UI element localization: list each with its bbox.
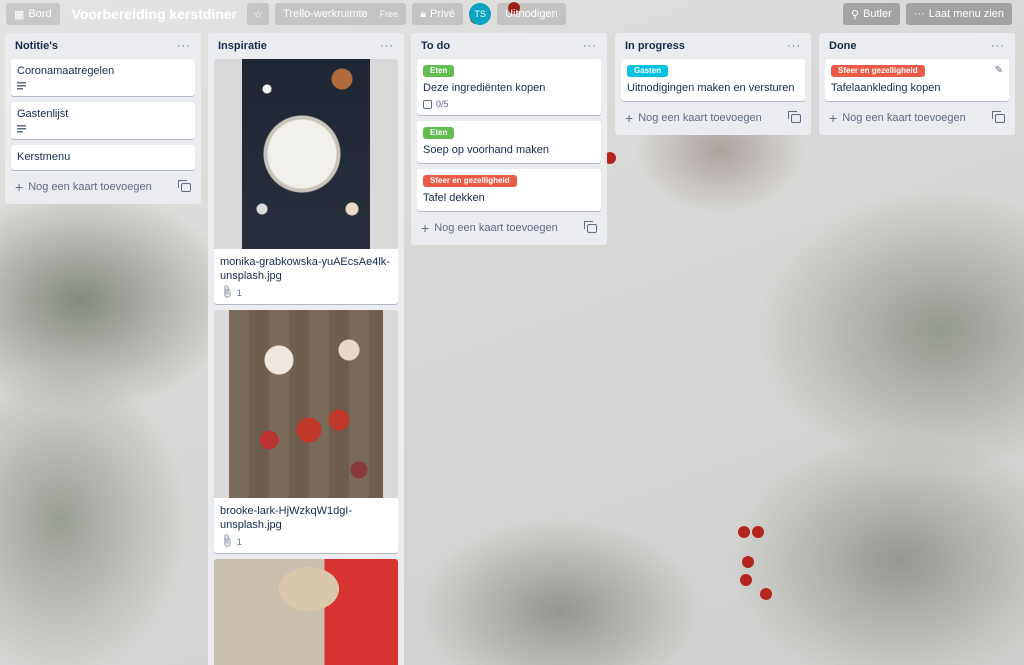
decor-berry xyxy=(740,574,752,586)
decor-berry xyxy=(760,588,772,600)
list-title[interactable]: Notitie's xyxy=(15,40,58,52)
list-menu-icon[interactable]: ··· xyxy=(177,40,191,52)
plus-icon: + xyxy=(421,220,430,236)
list-title[interactable]: Done xyxy=(829,40,857,52)
card-cover-image xyxy=(214,59,398,249)
template-icon[interactable] xyxy=(584,220,597,233)
plus-icon: + xyxy=(625,110,634,126)
card[interactable] xyxy=(214,559,398,665)
card[interactable]: ✎ Sfeer en gezelligheid Tafelaankleding … xyxy=(825,59,1009,101)
visibility-button[interactable]: 🔒︎ Privé xyxy=(412,3,464,25)
list-done: Done ··· ✎ Sfeer en gezelligheid Tafelaa… xyxy=(819,33,1015,135)
decor-berry xyxy=(742,556,754,568)
description-icon xyxy=(17,125,26,133)
card-label[interactable]: Eten xyxy=(423,65,455,77)
decor-berry xyxy=(738,526,750,538)
card-label[interactable]: Eten xyxy=(423,127,455,139)
list-menu-icon[interactable]: ··· xyxy=(991,40,1005,52)
list-title[interactable]: Inspiratie xyxy=(218,40,267,52)
list-header: In progress ··· xyxy=(621,33,805,59)
card-title: Uitnodigingen maken en versturen xyxy=(627,82,795,94)
attachment-icon: 📎︎ xyxy=(217,284,235,301)
template-icon[interactable] xyxy=(992,110,1005,123)
card-title: Coronamaatregelen xyxy=(17,65,115,77)
list-header: Inspiratie ··· xyxy=(214,33,398,59)
card-title: Tafelaankleding kopen xyxy=(831,82,941,94)
card-label[interactable]: Gasten xyxy=(627,65,669,77)
attachment-icon: 📎︎ xyxy=(217,533,235,550)
board-header: ▦ Bord Voorbereiding kerstdiner ☆ Trello… xyxy=(0,0,1024,28)
butler-button[interactable]: ⚲ Butler xyxy=(842,3,900,25)
member-avatar[interactable]: TS xyxy=(469,3,492,25)
card-title: Gastenlijst xyxy=(17,108,69,120)
list-menu-icon[interactable]: ··· xyxy=(787,40,801,52)
card[interactable]: Coronamaatregelen xyxy=(11,59,195,96)
add-card-button[interactable]: + Nog een kaart toevoegen xyxy=(11,176,195,198)
list-title[interactable]: To do xyxy=(421,40,450,52)
card[interactable]: Gasten Uitnodigingen maken en versturen xyxy=(621,59,805,101)
card-title: Kerstmenu xyxy=(17,151,71,163)
template-icon[interactable] xyxy=(178,179,191,192)
invite-button[interactable]: Uitnodigen xyxy=(497,3,566,25)
show-menu-button[interactable]: ··· Laat menu zien xyxy=(905,3,1012,25)
card-label[interactable]: Sfeer en gezelligheid xyxy=(423,175,517,187)
card-title: Soep op voorhand maken xyxy=(423,144,549,156)
add-card-button[interactable]: + Nog een kaart toevoegen xyxy=(825,107,1009,129)
star-icon: ☆ xyxy=(253,8,264,21)
list-todo: To do ··· Eten Deze ingrediënten kopen 0… xyxy=(411,33,607,245)
plan-badge: Free xyxy=(379,9,399,19)
list-in-progress: In progress ··· Gasten Uitnodigingen mak… xyxy=(615,33,811,135)
board-menu-button[interactable]: ▦ Bord xyxy=(6,3,60,25)
description-icon xyxy=(17,82,26,90)
checklist-count: 0/5 xyxy=(436,99,449,109)
card[interactable]: brooke-lark-HjWzkqW1dgI-unsplash.jpg 📎︎ … xyxy=(214,310,398,553)
star-button[interactable]: ☆ xyxy=(247,3,270,25)
list-title[interactable]: In progress xyxy=(625,40,685,52)
template-icon[interactable] xyxy=(788,110,801,123)
pencil-icon[interactable]: ✎ xyxy=(995,65,1003,76)
dots-icon: ··· xyxy=(913,8,925,20)
list-header: Notitie's ··· xyxy=(11,33,195,59)
plus-icon: + xyxy=(15,179,24,195)
list-notities: Notitie's ··· Coronamaatregelen Gastenli… xyxy=(5,33,201,204)
attachment-count: 1 xyxy=(236,287,242,298)
card[interactable]: Eten Deze ingrediënten kopen 0/5 xyxy=(417,59,601,115)
card[interactable]: Eten Soep op voorhand maken xyxy=(417,121,601,163)
card-cover-image xyxy=(214,559,398,665)
checklist-icon xyxy=(423,99,432,109)
card[interactable]: monika-grabkowska-yuAEcsAe4lk-unsplash.j… xyxy=(214,59,398,304)
card[interactable]: Sfeer en gezelligheid Tafel dekken xyxy=(417,169,601,211)
card-title: monika-grabkowska-yuAEcsAe4lk-unsplash.j… xyxy=(220,256,390,282)
card[interactable]: Gastenlijst xyxy=(11,102,195,139)
card-title: brooke-lark-HjWzkqW1dgI-unsplash.jpg xyxy=(220,505,353,531)
card-title: Deze ingrediënten kopen xyxy=(423,82,546,94)
list-header: Done ··· xyxy=(825,33,1009,59)
card-title: Tafel dekken xyxy=(423,192,485,204)
card-label[interactable]: Sfeer en gezelligheid xyxy=(831,65,925,77)
list-inspiratie: Inspiratie ··· monika-grabkowska-yuAEcsA… xyxy=(208,33,404,665)
add-card-button[interactable]: + Nog een kaart toevoegen xyxy=(621,107,805,129)
attachment-count: 1 xyxy=(236,536,242,547)
list-header: To do ··· xyxy=(417,33,601,59)
board-icon: ▦ xyxy=(14,8,25,21)
workspace-button[interactable]: Trello-werkruimte Free xyxy=(275,3,407,25)
add-card-button[interactable]: + Nog een kaart toevoegen xyxy=(417,217,601,239)
card-cover-image xyxy=(214,310,398,498)
card[interactable]: Kerstmenu xyxy=(11,145,195,170)
list-menu-icon[interactable]: ··· xyxy=(583,40,597,52)
decor-berry xyxy=(752,526,764,538)
board-title[interactable]: Voorbereiding kerstdiner xyxy=(72,6,237,22)
list-menu-icon[interactable]: ··· xyxy=(380,40,394,52)
plus-icon: + xyxy=(829,110,838,126)
lock-icon: 🔒︎ xyxy=(420,7,427,20)
butler-icon: ⚲ xyxy=(850,8,860,21)
